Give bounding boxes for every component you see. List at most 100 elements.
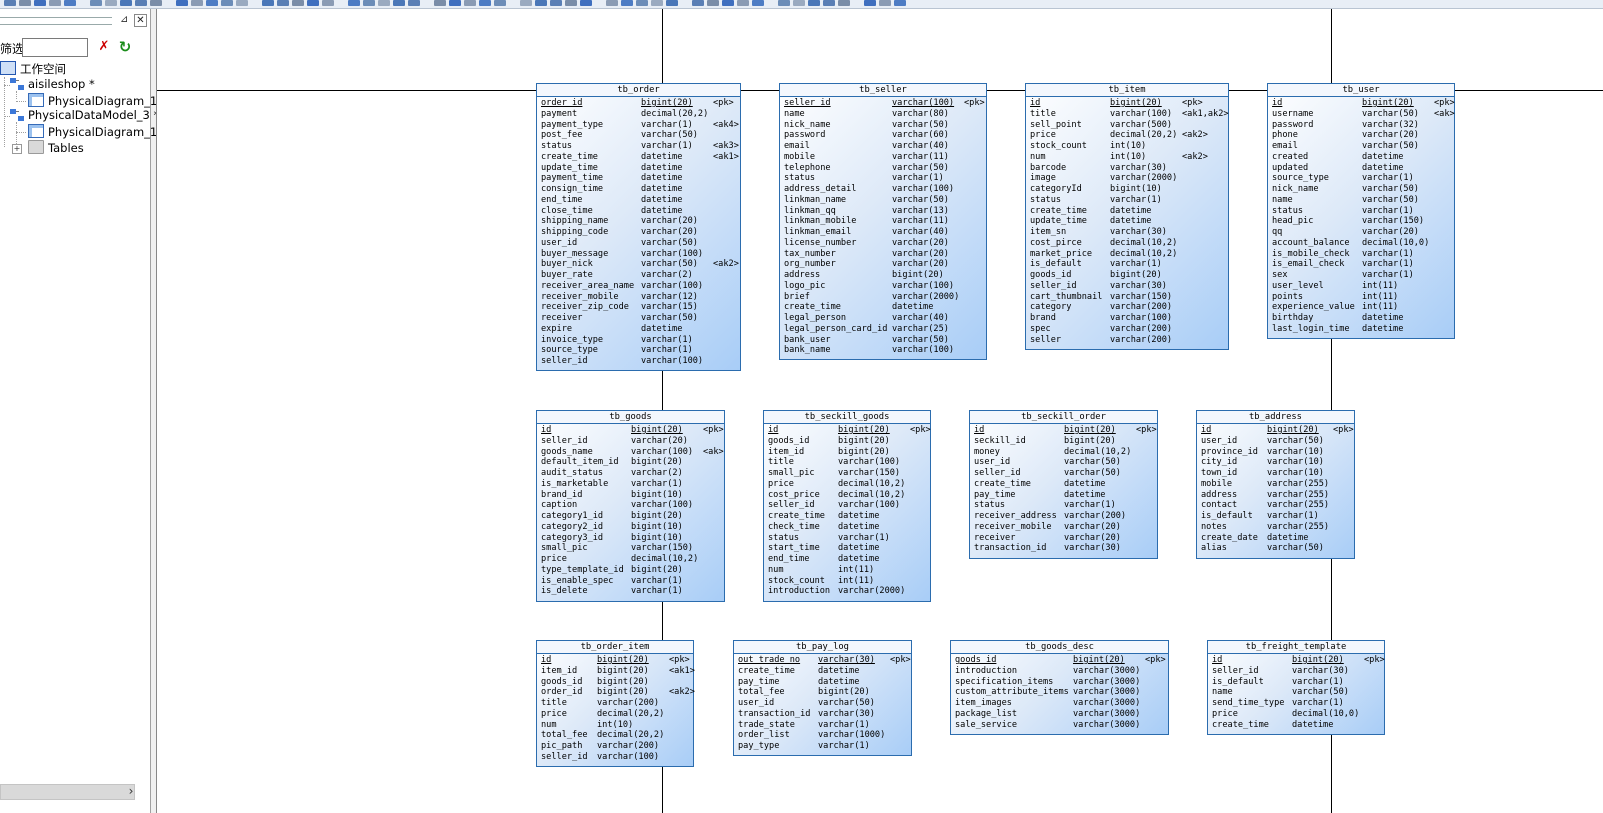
- tree-node-physical-data-model[interactable]: PhysicalDataModel_3 *: [10, 108, 159, 122]
- table-tb-goods[interactable]: tb_goods id bigint(20) <pk> seller_id varchar…: [536, 410, 725, 602]
- column-type: bigint(20): [1267, 425, 1319, 435]
- toolbar-button[interactable]: [176, 0, 188, 6]
- toolbar-button[interactable]: [808, 0, 820, 6]
- column-name: goods_id: [1030, 270, 1072, 280]
- toolbar-button[interactable]: [191, 0, 203, 6]
- column-row: barcode varchar(30): [1030, 163, 1228, 174]
- toolbar-button[interactable]: [580, 0, 592, 6]
- column-name: receiver: [974, 532, 1016, 543]
- toolbar-button[interactable]: [636, 0, 648, 6]
- toolbar-button[interactable]: [737, 0, 749, 6]
- close-icon[interactable]: ✕: [134, 14, 147, 27]
- toolbar-button[interactable]: [707, 0, 719, 6]
- expand-tables-icon[interactable]: +: [12, 144, 22, 154]
- toolbar-button[interactable]: [621, 0, 633, 6]
- column-type: datetime: [641, 194, 683, 205]
- filter-input[interactable]: [22, 38, 88, 57]
- toolbar-button[interactable]: [449, 0, 461, 6]
- toolbar-button[interactable]: [778, 0, 790, 6]
- horizontal-scrollbar[interactable]: [0, 784, 135, 800]
- toolbar-button[interactable]: [277, 0, 289, 6]
- toolbar-button[interactable]: [464, 0, 476, 6]
- table-tb-order[interactable]: tb_order order_id bigint(20) <pk> payment dec…: [536, 83, 741, 371]
- toolbar-button[interactable]: [90, 0, 102, 6]
- column-name: stock_count: [768, 575, 825, 586]
- toolbar-button[interactable]: [393, 0, 405, 6]
- column-row: price decimal(20,2): [541, 709, 693, 720]
- column-type: bigint(20): [892, 270, 944, 280]
- toolbar-button[interactable]: [262, 0, 274, 6]
- table-tb-freight-template[interactable]: tb_freight_template id bigint(20) <pk> selle…: [1207, 640, 1385, 735]
- column-row: is_email_check varchar(1): [1272, 259, 1454, 270]
- toolbar-button[interactable]: [692, 0, 704, 6]
- toolbar-button[interactable]: [752, 0, 764, 6]
- toolbar-button[interactable]: [135, 0, 147, 6]
- toolbar-button[interactable]: [120, 0, 132, 6]
- toolbar-button[interactable]: [722, 0, 734, 6]
- toolbar-button[interactable]: [322, 0, 334, 6]
- table-tb-order-item[interactable]: tb_order_item id bigint(20) <pk> item_id bigi…: [536, 640, 695, 767]
- tree-node-workspace[interactable]: 工作空间: [0, 61, 66, 77]
- table-tb-seckill-order[interactable]: tb_seckill_order id bigint(20) <pk> seckill_…: [969, 410, 1158, 559]
- toolbar-button[interactable]: [535, 0, 547, 6]
- toolbar-button[interactable]: [864, 0, 876, 6]
- pin-icon[interactable]: ⊿: [120, 15, 130, 25]
- toolbar-button[interactable]: [363, 0, 375, 6]
- toolbar-button[interactable]: [64, 0, 76, 6]
- toolbar-button[interactable]: [105, 0, 117, 6]
- panel-grip[interactable]: [0, 17, 112, 25]
- toolbar-button[interactable]: [150, 0, 162, 6]
- toolbar-button[interactable]: [221, 0, 233, 6]
- toolbar-button[interactable]: [520, 0, 532, 6]
- toolbar-button[interactable]: [292, 0, 304, 6]
- toolbar-button[interactable]: [494, 0, 506, 6]
- toolbar-button[interactable]: [307, 0, 319, 6]
- table-tb-seller[interactable]: tb_seller seller_id varchar(100) <pk> name va…: [779, 83, 987, 360]
- column-type: varchar(150): [1362, 216, 1425, 227]
- table-tb-item[interactable]: tb_item id bigint(20) <pk> title varchar(100)…: [1025, 83, 1229, 350]
- toolbar-button[interactable]: [236, 0, 248, 6]
- toolbar-button[interactable]: [348, 0, 360, 6]
- column-row: bank_name varchar(100): [784, 345, 986, 356]
- table-tb-goods-desc[interactable]: tb_goods_desc goods_id bigint(20) <pk> intro…: [950, 640, 1169, 735]
- toolbar-button[interactable]: [838, 0, 850, 6]
- toolbar-button[interactable]: [793, 0, 805, 6]
- column-name: logo_pic: [784, 280, 826, 291]
- table-tb-pay-log[interactable]: tb_pay_log out_trade_no varchar(30) <pk> cre…: [733, 640, 912, 756]
- scroll-right-icon[interactable]: ›: [124, 784, 138, 798]
- column-name: nick_name: [1272, 184, 1319, 194]
- refresh-icon[interactable]: ↻: [117, 39, 133, 55]
- toolbar-button[interactable]: [19, 0, 31, 6]
- toolbar-button[interactable]: [434, 0, 446, 6]
- clear-filter-icon[interactable]: ✗: [96, 39, 112, 55]
- toolbar-button[interactable]: [479, 0, 491, 6]
- toolbar-button[interactable]: [206, 0, 218, 6]
- diagram-canvas[interactable]: tb_order order_id bigint(20) <pk> payment dec…: [156, 9, 1603, 813]
- column-row: payment_type varchar(1) <ak4>: [541, 120, 740, 131]
- column-name: price: [541, 554, 567, 564]
- toolbar-button[interactable]: [550, 0, 562, 6]
- tree-node-aisileshop[interactable]: aisileshop *: [10, 77, 95, 91]
- toolbar-button[interactable]: [4, 0, 16, 6]
- toolbar-button[interactable]: [879, 0, 891, 6]
- toolbar-button[interactable]: [34, 0, 46, 6]
- toolbar-button[interactable]: [565, 0, 577, 6]
- tree-node-diagram-1[interactable]: PhysicalDiagram_1: [28, 93, 157, 108]
- toolbar-button[interactable]: [378, 0, 390, 6]
- tree-node-tables[interactable]: Tables: [28, 140, 84, 155]
- toolbar-button[interactable]: [651, 0, 663, 6]
- table-tb-address[interactable]: tb_address id bigint(20) <pk> user_id varchar…: [1196, 410, 1355, 559]
- toolbar-button[interactable]: [606, 0, 618, 6]
- toolbar-button[interactable]: [49, 0, 61, 6]
- column-name: money: [974, 446, 1000, 457]
- column-row: goods_id bigint(20) <pk>: [955, 655, 1168, 666]
- toolbar-button[interactable]: [408, 0, 420, 6]
- column-row: category2_id bigint(10): [541, 522, 724, 533]
- toolbar-button[interactable]: [823, 0, 835, 6]
- tree-node-diagram-2[interactable]: PhysicalDiagram_1: [28, 124, 157, 139]
- table-tb-seckill-goods[interactable]: tb_seckill_goods id bigint(20) <pk> goods_id…: [763, 410, 931, 602]
- toolbar-button[interactable]: [894, 0, 906, 6]
- toolbar-button[interactable]: [666, 0, 678, 6]
- column-name: payment_time: [541, 173, 604, 184]
- table-tb-user[interactable]: tb_user id bigint(20) <pk> username varchar(5…: [1267, 83, 1455, 339]
